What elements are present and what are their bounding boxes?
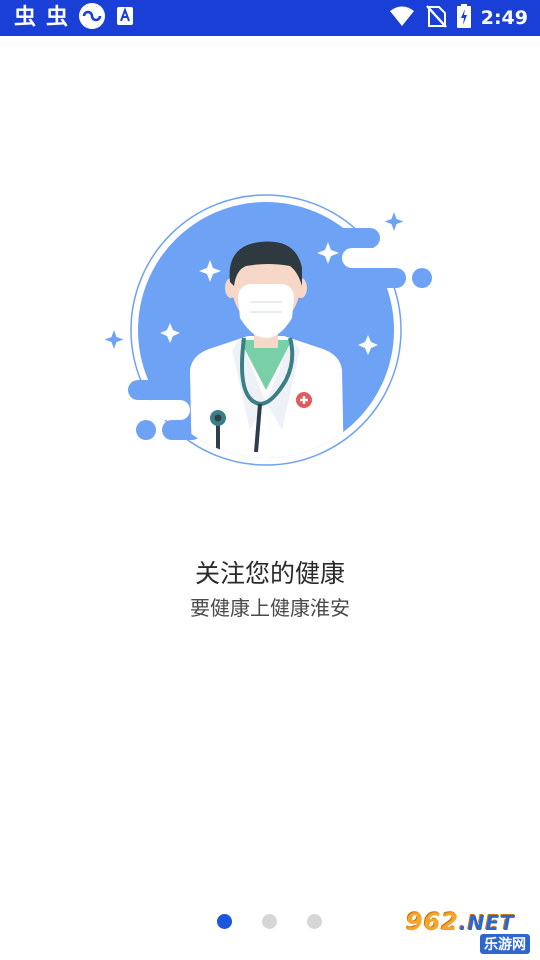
watermark-number: 962.NET <box>406 908 515 936</box>
status-bar-left: 虫 虫 <box>14 0 134 36</box>
no-sim-icon <box>425 4 447 32</box>
battery-charging-icon <box>456 4 471 32</box>
page-title: 关注您的健康 <box>194 559 345 588</box>
site-watermark: 962.NET 乐游网 <box>406 908 534 954</box>
status-bar: 虫 虫 2:49 <box>0 0 540 36</box>
app-notification-icon <box>116 6 134 30</box>
carrier-icon <box>78 2 106 34</box>
status-time: 2:49 <box>480 7 528 29</box>
page-dot-2[interactable] <box>262 914 277 929</box>
doctor-illustration <box>104 194 432 466</box>
notification-glyph-2: 虫 <box>46 5 69 30</box>
page-subtitle: 要健康上健康淮安 <box>190 596 350 620</box>
notification-glyph-1: 虫 <box>14 5 37 30</box>
watermark-label: 乐游网 <box>480 934 530 954</box>
page-dot-3[interactable] <box>307 914 322 929</box>
status-bar-right: 2:49 <box>389 0 528 36</box>
page-dot-1[interactable] <box>217 914 232 929</box>
wifi-icon <box>389 5 415 31</box>
